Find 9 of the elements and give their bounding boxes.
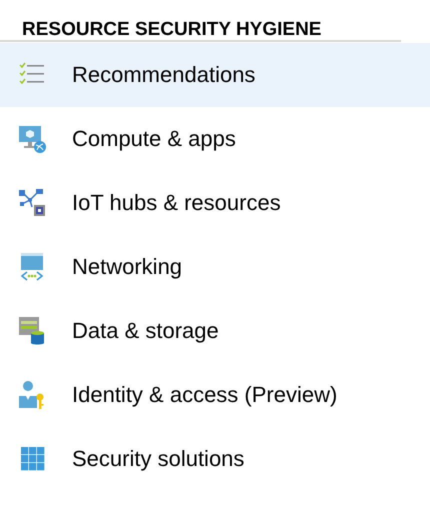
menu-item[interactable]: Networking [0,235,430,299]
menu-item[interactable]: Identity & access (Preview) [0,363,430,427]
hub-chip-icon [18,188,48,218]
menu-item[interactable]: Security solutions [0,427,430,491]
menu-item[interactable]: Data & storage [0,299,430,363]
menu-item[interactable]: IoT hubs & resources [0,171,430,235]
monitor-icon [18,124,48,154]
menu-item[interactable]: Compute & apps [0,107,430,171]
menu-item[interactable]: Recommendations [0,43,430,107]
